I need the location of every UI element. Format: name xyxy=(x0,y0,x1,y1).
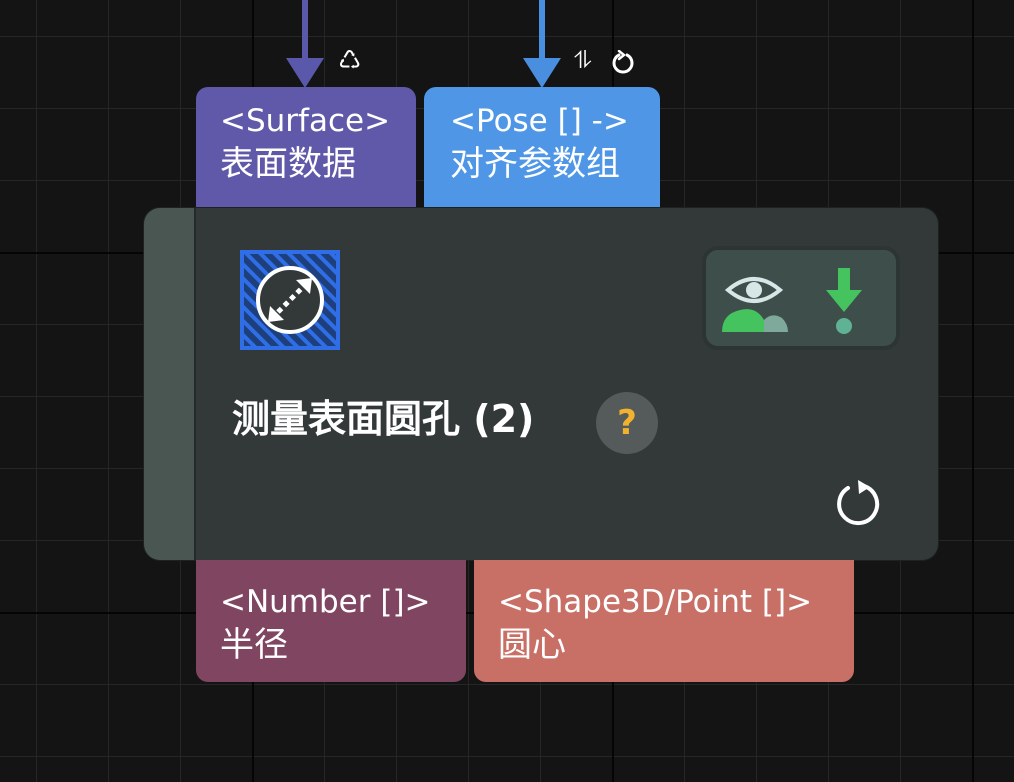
help-button[interactable]: ? xyxy=(596,392,658,454)
node-side-strip xyxy=(144,208,196,560)
surface-connection-wire[interactable] xyxy=(302,0,308,62)
port-type-label: <Shape3D/Point []> xyxy=(498,584,813,620)
output-port-number[interactable]: <Number []> 半径 xyxy=(196,560,466,682)
port-type-label: <Surface> xyxy=(220,103,391,139)
recycle-icon[interactable]: ♺ xyxy=(338,48,361,74)
node-badge-panel xyxy=(702,246,900,350)
graph-canvas[interactable]: ♺ ⥮ <Surface> 表面数据 <Pose [] -> 对齐参数组 测量表… xyxy=(0,0,1014,782)
port-name-label: 对齐参数组 xyxy=(450,144,620,184)
arrows-up-down-icon[interactable]: ⥮ xyxy=(574,48,591,72)
port-type-label: <Pose [] -> xyxy=(450,103,629,139)
node-title: 测量表面圆孔 (2) xyxy=(232,397,535,441)
step-node[interactable]: 测量表面圆孔 (2) ? xyxy=(144,208,938,560)
port-name-label: 表面数据 xyxy=(220,144,356,184)
port-type-label: <Number []> xyxy=(220,584,431,620)
pose-connection-wire[interactable] xyxy=(539,0,545,62)
output-port-shape3d-point[interactable]: <Shape3D/Point []> 圆心 xyxy=(474,560,854,682)
input-port-pose[interactable]: <Pose [] -> 对齐参数组 xyxy=(424,87,660,209)
refresh-icon[interactable] xyxy=(834,480,882,528)
download-arrow-icon[interactable] xyxy=(824,268,864,336)
eye-icon[interactable] xyxy=(720,266,788,334)
cycle-icon[interactable] xyxy=(610,50,636,76)
port-name-label: 半径 xyxy=(220,625,288,665)
surface-connection-arrow xyxy=(286,58,324,88)
input-port-surface[interactable]: <Surface> 表面数据 xyxy=(196,87,416,209)
measure-diameter-icon xyxy=(240,250,340,350)
port-name-label: 圆心 xyxy=(498,625,566,665)
pose-connection-arrow xyxy=(523,58,561,88)
